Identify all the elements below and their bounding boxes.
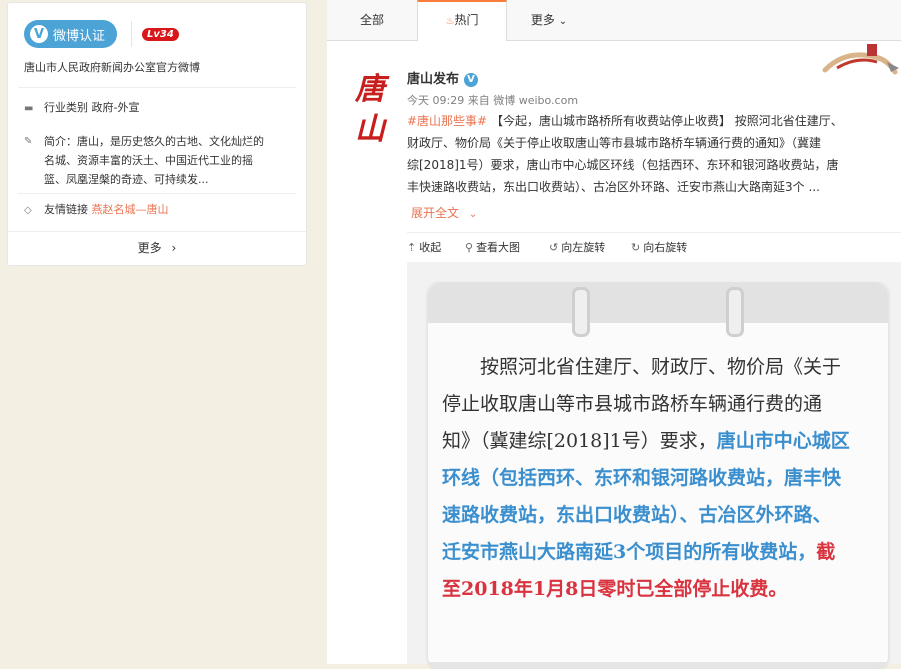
- tab-all[interactable]: 全部: [342, 0, 402, 40]
- tab-all-label: 全部: [359, 13, 384, 27]
- chevron-right-icon: ›: [171, 241, 177, 255]
- source-prefix: 来自: [467, 94, 490, 107]
- topic-link[interactable]: #唐山那些事#: [407, 114, 487, 128]
- intro-line-2: 名城、资源丰富的沃土、中国近代工业的摇: [44, 154, 253, 167]
- notice-line: 按照河北省住建厅、财政厅、物价局《关于: [442, 349, 878, 386]
- notice-line-text: 知》（冀建综[2018]1号）要求，: [442, 430, 717, 452]
- rotate-left-label: 向左旋转: [561, 241, 606, 254]
- rotate-right-label: 向右旋转: [643, 241, 688, 254]
- search-icon: ⚲: [465, 241, 474, 254]
- tag-icon: ◇: [24, 205, 32, 216]
- chevron-down-icon: ⌄: [468, 209, 478, 220]
- rotate-right-icon: ↻: [631, 241, 641, 254]
- notice-highlight-blue: 环线（包括西环、东环和银河路收费站，唐丰快: [442, 467, 842, 489]
- notice-footer-band: [428, 662, 888, 668]
- notice-line: 至2018年1月8日零时已全部停止收费。: [442, 571, 878, 608]
- notice-highlight-blue: 速路收费站，东出口收费站）: [442, 504, 680, 526]
- industry-value: 政府-外宣: [91, 101, 140, 114]
- post-line-text: 财政厅、物价局《关于停止收取唐山等市县城市路桥车辆通行费的通知》（冀建: [407, 136, 822, 150]
- notice-line: 迁安市燕山大路南延3个项目的所有收费站，截: [442, 534, 878, 571]
- edit-icon: ✎: [24, 136, 33, 147]
- post-text: #唐山那些事# 【今起，唐山城市路桥所有收费站停止收费】 按照河北省住建厅、 财…: [407, 110, 901, 198]
- tab-more-label: 更多: [530, 13, 555, 27]
- industry-label: 行业类别: [44, 101, 88, 114]
- post-line: 财政厅、物价局《关于停止收取唐山等市县城市路桥车辆通行费的通知》（冀建: [407, 132, 901, 154]
- post-line-text: 综[2018]1号）要求，唐山市中心城区环线（包括西环、东环和银河路收费站，唐: [407, 158, 839, 172]
- rotate-right-button[interactable]: ↻ 向右旋转: [631, 239, 687, 255]
- tab-hot[interactable]: ♨热门: [417, 0, 507, 41]
- post-image[interactable]: 按照河北省住建厅、财政厅、物价局《关于 停止收取唐山等市县城市路桥车辆通行费的通…: [407, 262, 901, 669]
- notice-header-band: [428, 283, 888, 323]
- notice-highlight-red: 截: [816, 541, 836, 563]
- notice-highlight-blue: 、古冶区外环路、: [679, 504, 832, 526]
- rotate-left-icon: ↺: [549, 241, 559, 254]
- profile-card: V 微博认证 Lv34 唐山市人民政府新闻办公室官方微博 ▬ 行业类别 政府-外宣…: [7, 2, 307, 266]
- chevron-down-icon: ⌄: [558, 16, 568, 27]
- more-label: 更多: [137, 241, 162, 255]
- notice-highlight-blue: 唐山市中心城区: [716, 430, 850, 452]
- post-source[interactable]: 微博 weibo.com: [493, 94, 578, 107]
- collapse-icon: ⇡: [407, 241, 417, 254]
- notice-line: 环线（包括西环、东环和银河路收费站，唐丰快: [442, 460, 878, 497]
- post-line-text: 丰快速路收费站，东出口收费站）、古冶区外环路、迁安市燕山大路南延3个 ...: [407, 180, 820, 194]
- intro-row: ✎ 简介：唐山，是历史悠久的古地、文化灿烂的 名城、资源丰富的沃土、中国近代工业…: [24, 132, 292, 189]
- org-description: 唐山市人民政府新闻办公室官方微博: [24, 61, 200, 74]
- notice-highlight-red: 至2018年1月8日零时已全部停止收费。: [442, 578, 788, 600]
- divider: [8, 231, 306, 232]
- post-line: 综[2018]1号）要求，唐山市中心城区环线（包括西环、东环和银河路收费站，唐: [407, 154, 901, 176]
- notice-line: 停止收取唐山等市县城市路桥车辆通行费的通: [442, 386, 878, 423]
- notice-line: 知》（冀建综[2018]1号）要求，唐山市中心城区: [442, 423, 878, 460]
- expand-button[interactable]: 展开全文 ⌄: [411, 204, 477, 221]
- briefcase-icon: ▬: [24, 103, 34, 114]
- feed-panel: 全部 ♨热门 更多 ⌄ 唐山 唐山发布 V 今天 09:29 来自 微博 weib…: [327, 0, 901, 669]
- author-name-row: 唐山发布 V: [407, 68, 479, 87]
- decoration-illustration: [822, 44, 899, 75]
- tab-hot-label: 热门: [454, 13, 479, 27]
- image-action-bar: ⇡ 收起 ⚲ 查看大图 ↺ 向左旋转 ↻ 向右旋转: [407, 232, 901, 261]
- divider: [18, 87, 296, 88]
- post-meta: 今天 09:29 来自 微博 weibo.com: [407, 92, 578, 108]
- notice-card: 按照河北省住建厅、财政厅、物价局《关于 停止收取唐山等市县城市路桥车辆通行费的通…: [427, 282, 889, 669]
- post-line-text: 【今起，唐山城市路桥所有收费站停止收费】 按照河北省住建厅、: [487, 114, 843, 128]
- intro-line-3: 篮、凤凰涅槃的奇迹、可持续发...: [44, 173, 209, 186]
- intro-line-1: 唐山，是历史悠久的古地、文化灿烂的: [77, 135, 264, 148]
- post-line: 丰快速路收费站，东出口收费站）、古冶区外环路、迁安市燕山大路南延3个 ...: [407, 176, 901, 198]
- verify-icon: V: [464, 73, 479, 87]
- rotate-left-button[interactable]: ↺ 向左旋转: [549, 239, 605, 255]
- intro-label: 简介：: [44, 135, 77, 148]
- verify-row: V 微博认证 Lv34: [24, 19, 179, 49]
- notice-highlight-blue: 迁安市燕山大路南延3个项目的所有收费站，: [442, 541, 817, 563]
- separator: [131, 21, 133, 47]
- author-name[interactable]: 唐山发布: [407, 72, 459, 87]
- notice-line-text: 停止收取唐山等市县城市路桥车辆通行费的通: [442, 393, 823, 415]
- level-badge[interactable]: Lv34: [142, 27, 179, 41]
- collapse-button[interactable]: ⇡ 收起: [407, 239, 441, 255]
- author-avatar[interactable]: 唐山: [355, 70, 395, 147]
- expand-label: 展开全文: [411, 206, 460, 220]
- notice-text: 按照河北省住建厅、财政厅、物价局《关于 停止收取唐山等市县城市路桥车辆通行费的通…: [442, 349, 878, 608]
- verify-icon: V: [30, 25, 48, 43]
- notice-line: 速路收费站，东出口收费站）、古冶区外环路、: [442, 497, 878, 534]
- notice-line-text: 按照河北省住建厅、财政厅、物价局《关于: [480, 356, 842, 378]
- tab-bar: 全部 ♨热门 更多 ⌄: [327, 0, 901, 41]
- tab-more[interactable]: 更多 ⌄: [519, 0, 579, 40]
- verify-badge[interactable]: V 微博认证: [24, 20, 118, 48]
- links-label: 友情链接: [44, 203, 88, 216]
- friend-link[interactable]: 燕赵名城—唐山: [92, 203, 169, 216]
- view-large-button[interactable]: ⚲ 查看大图: [465, 239, 520, 255]
- collapse-label: 收起: [419, 241, 442, 254]
- industry-row: ▬ 行业类别 政府-外宣: [24, 98, 292, 118]
- post-line: #唐山那些事# 【今起，唐山城市路桥所有收费站停止收费】 按照河北省住建厅、: [407, 110, 901, 132]
- view-large-label: 查看大图: [476, 241, 521, 254]
- binder-ring: [572, 287, 590, 337]
- verify-label: 微博认证: [53, 28, 106, 44]
- more-button[interactable]: 更多 ›: [8, 239, 306, 256]
- divider: [18, 193, 296, 194]
- post-time[interactable]: 今天 09:29: [407, 94, 464, 107]
- links-row: ◇ 友情链接 燕赵名城—唐山: [24, 200, 292, 220]
- binder-ring: [726, 287, 744, 337]
